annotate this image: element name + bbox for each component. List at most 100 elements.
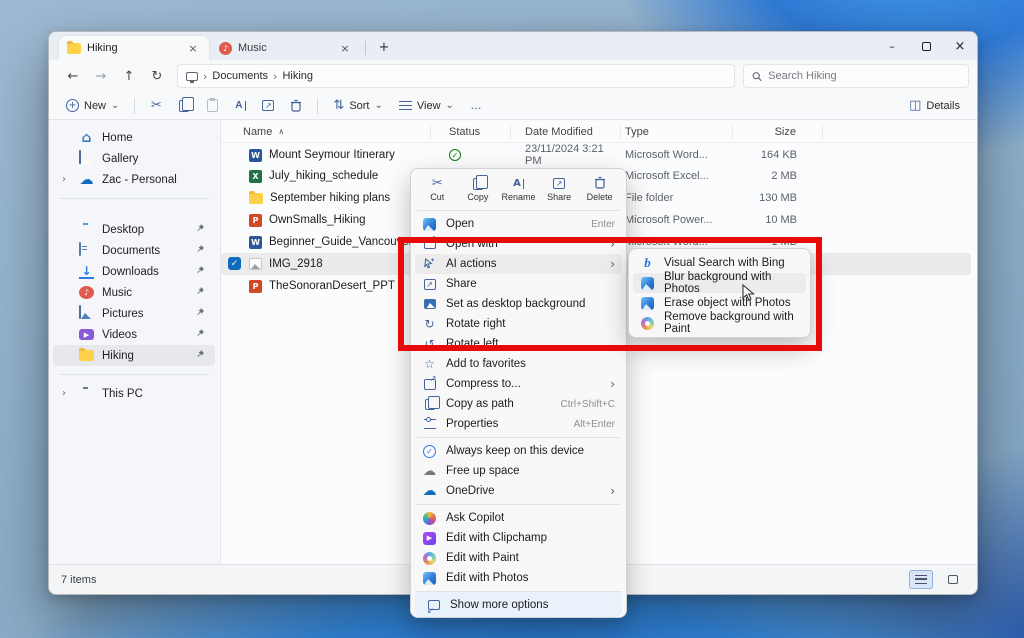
maximize-button[interactable] xyxy=(909,32,943,60)
menu-item-open[interactable]: Open Enter xyxy=(415,214,622,234)
sort-button[interactable]: Sort xyxy=(326,95,389,116)
rename-button[interactable]: A xyxy=(227,94,253,118)
menu-item-ask-copilot[interactable]: Ask Copilot xyxy=(415,508,622,528)
menu-item-compress-to[interactable]: Compress to... xyxy=(415,374,622,394)
view-button[interactable]: View xyxy=(392,97,461,115)
refresh-button[interactable] xyxy=(143,64,171,88)
new-tab-button[interactable] xyxy=(375,39,393,55)
tab-music[interactable]: Music xyxy=(211,36,361,60)
table-row[interactable]: WMount Seymour Itinerary 23/11/2024 3:21… xyxy=(221,143,971,165)
copy-button[interactable]: Copy xyxy=(459,174,497,204)
submenu-item-erase-object-with-photos[interactable]: Erase object with Photos xyxy=(633,293,806,313)
large-icons-view-toggle[interactable] xyxy=(941,570,965,589)
menu-item-rotate-right[interactable]: Rotate right xyxy=(415,314,622,334)
expander-chevron-icon[interactable] xyxy=(62,388,66,399)
back-button[interactable] xyxy=(59,64,87,88)
sidebar-item-this-pc[interactable]: This PC xyxy=(53,383,215,404)
share-button[interactable]: Share xyxy=(540,174,578,204)
gallery-icon xyxy=(79,151,94,166)
folder-icon xyxy=(67,43,81,54)
new-button[interactable]: New xyxy=(59,96,126,115)
column-header-date-modified[interactable]: Date Modified xyxy=(511,125,621,139)
minimize-button[interactable] xyxy=(875,32,909,60)
up-button[interactable] xyxy=(115,64,143,88)
delete-button[interactable]: Delete xyxy=(581,174,619,204)
menu-item-free-up-space[interactable]: Free up space xyxy=(415,461,622,481)
navigation-pane: Home Gallery Zac - Personal Desktop Docu… xyxy=(49,121,219,564)
column-header-size[interactable]: Size xyxy=(733,125,823,139)
pin-icon xyxy=(195,244,205,257)
menu-item-share[interactable]: Share xyxy=(415,274,622,294)
breadcrumb[interactable]: Documents Hiking xyxy=(177,64,735,88)
cut-icon xyxy=(432,176,443,191)
rename-button[interactable]: A Rename xyxy=(499,174,537,204)
close-window-button[interactable] xyxy=(943,32,977,60)
folder-icon xyxy=(249,193,263,204)
cut-button[interactable] xyxy=(143,94,169,118)
sidebar-item-videos[interactable]: Videos xyxy=(53,324,215,345)
file-type: Microsoft Word... xyxy=(621,149,733,161)
menu-item-rotate-left[interactable]: Rotate left xyxy=(415,334,622,354)
column-header-name[interactable]: Name ∧ xyxy=(221,125,431,139)
sidebar-item-documents[interactable]: Documents xyxy=(53,240,215,261)
sidebar-item-pictures[interactable]: Pictures xyxy=(53,303,215,324)
menu-item-add-to-favorites[interactable]: Add to favorites xyxy=(415,354,622,374)
submenu-item-blur-background-with-photos[interactable]: Blur background with Photos xyxy=(633,273,806,293)
sidebar-item-hiking[interactable]: Hiking xyxy=(53,345,215,366)
menu-shortcut: Ctrl+Shift+C xyxy=(561,399,615,410)
sidebar-label: Desktop xyxy=(102,224,144,236)
videos-icon xyxy=(79,329,94,340)
cut-button[interactable]: Cut xyxy=(418,174,456,204)
quick-label: Copy xyxy=(467,192,488,202)
search-input[interactable] xyxy=(768,70,960,82)
column-header-status[interactable]: Status xyxy=(431,125,511,139)
file-type: Microsoft Excel... xyxy=(621,170,733,182)
menu-item-ai-actions[interactable]: AI actions xyxy=(415,254,622,274)
tab-hiking[interactable]: Hiking xyxy=(59,36,209,60)
close-tab-icon[interactable] xyxy=(337,40,353,56)
details-pane-button[interactable]: Details xyxy=(902,95,967,116)
search-box[interactable] xyxy=(743,64,969,88)
address-bar: Documents Hiking xyxy=(49,60,977,92)
submenu-item-visual-search-with-bing[interactable]: b Visual Search with Bing xyxy=(633,253,806,273)
image-file-icon xyxy=(249,258,262,270)
details-view-toggle[interactable] xyxy=(909,570,933,589)
menu-item-show-more-options[interactable]: Show more options xyxy=(415,591,622,617)
sidebar-item-onedrive-personal[interactable]: Zac - Personal xyxy=(53,169,215,190)
checkbox-checked[interactable] xyxy=(228,257,241,270)
sidebar-item-desktop[interactable]: Desktop xyxy=(53,219,215,240)
menu-item-properties[interactable]: Properties Alt+Enter xyxy=(415,414,622,434)
forward-button[interactable] xyxy=(87,64,115,88)
sidebar-item-gallery[interactable]: Gallery xyxy=(53,148,215,169)
close-tab-icon[interactable] xyxy=(185,40,201,56)
menu-item-edit-with-clipchamp[interactable]: Edit with Clipchamp xyxy=(415,528,622,548)
menu-item-edit-with-paint[interactable]: Edit with Paint xyxy=(415,548,622,568)
menu-item-onedrive[interactable]: OneDrive xyxy=(415,481,622,501)
sidebar-item-downloads[interactable]: Downloads xyxy=(53,261,215,282)
desktop-icon xyxy=(79,222,94,237)
command-toolbar: New A Sort View Details xyxy=(49,92,977,120)
share-button[interactable] xyxy=(255,94,281,118)
sidebar-item-home[interactable]: Home xyxy=(53,127,215,148)
desktop-wallpaper: { "tabs": { "active": "Hiking", "inactiv… xyxy=(0,0,1024,638)
column-header-type[interactable]: Type xyxy=(621,125,733,139)
menu-item-copy-as-path[interactable]: Copy as path Ctrl+Shift+C xyxy=(415,394,622,414)
menu-item-set-as-desktop-background[interactable]: Set as desktop background xyxy=(415,294,622,314)
menu-item-open-with[interactable]: Open with xyxy=(415,234,622,254)
sidebar-label: Zac - Personal xyxy=(102,174,177,186)
menu-item-always-keep-on-device[interactable]: Always keep on this device xyxy=(415,441,622,461)
sidebar-item-music[interactable]: Music xyxy=(53,282,215,303)
column-label: Type xyxy=(625,126,649,138)
menu-label: Always keep on this device xyxy=(446,445,615,457)
more-options-button[interactable] xyxy=(463,94,489,118)
expander-chevron-icon[interactable] xyxy=(62,174,66,185)
submenu-item-remove-background-with-paint[interactable]: Remove background with Paint xyxy=(633,313,806,333)
copy-button[interactable] xyxy=(171,94,197,118)
breadcrumb-documents[interactable]: Documents xyxy=(212,70,268,82)
breadcrumb-hiking[interactable]: Hiking xyxy=(282,70,313,82)
paste-button[interactable] xyxy=(199,94,225,118)
submenu-chevron-icon xyxy=(610,377,615,391)
menu-item-edit-with-photos[interactable]: Edit with Photos xyxy=(415,568,622,588)
menu-label: Ask Copilot xyxy=(446,512,615,524)
delete-button[interactable] xyxy=(283,94,309,118)
